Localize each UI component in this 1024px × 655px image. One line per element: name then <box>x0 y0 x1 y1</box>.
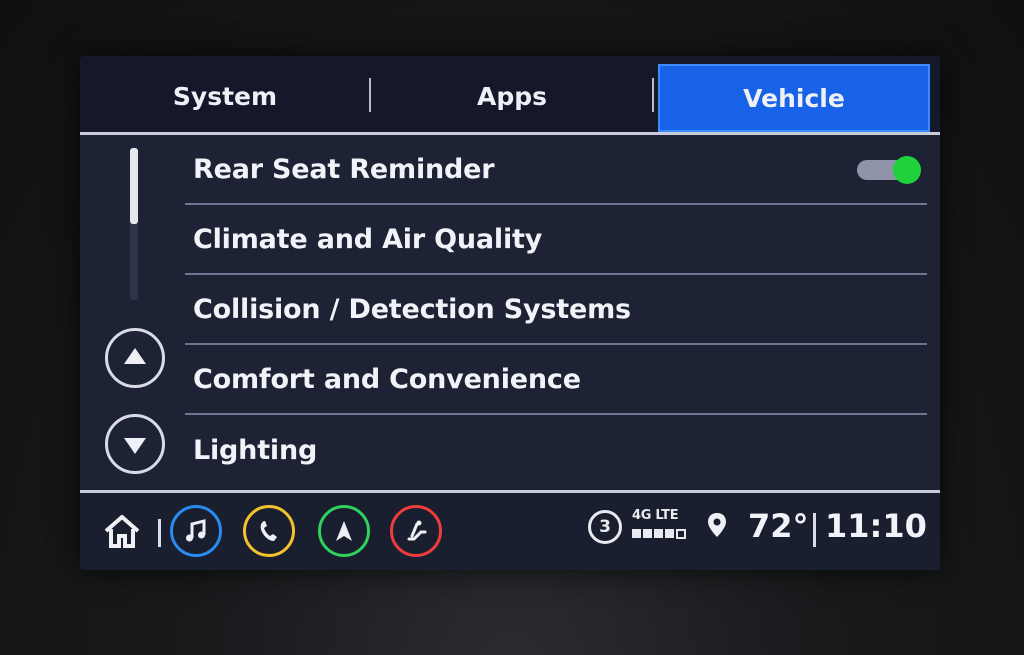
phone-icon <box>260 521 277 541</box>
tab-divider <box>652 78 654 112</box>
tab-apps-label: Apps <box>476 81 548 111</box>
infotainment-screen: System Apps Vehicle Rear Seat Reminder C… <box>80 56 940 570</box>
notification-badge[interactable]: 3 <box>588 510 622 544</box>
bar-separator <box>813 513 816 547</box>
tab-system-label: System <box>172 81 278 111</box>
location-pin-icon <box>708 513 726 537</box>
list-item-label: Lighting <box>193 434 318 466</box>
tab-divider <box>369 78 371 112</box>
arrow-up-icon <box>124 348 146 364</box>
seat-icon <box>407 520 427 541</box>
tab-vehicle[interactable]: Vehicle <box>658 64 930 132</box>
tab-system[interactable]: System <box>120 64 330 128</box>
vehicle-seat-button[interactable] <box>390 505 442 557</box>
list-item-lighting[interactable]: Lighting <box>185 415 927 485</box>
list-item-label: Comfort and Convenience <box>193 363 581 395</box>
list-item-collision-detection[interactable]: Collision / Detection Systems <box>185 275 927 345</box>
home-icon[interactable] <box>102 513 142 549</box>
navigation-button[interactable] <box>318 505 370 557</box>
network-type: 4G LTE <box>632 508 679 523</box>
tab-apps[interactable]: Apps <box>410 64 614 128</box>
list-item-label: Rear Seat Reminder <box>193 153 495 185</box>
outside-temperature: 72° <box>748 507 809 545</box>
list-item-label: Climate and Air Quality <box>193 223 543 255</box>
music-icon <box>186 519 206 542</box>
list-item-rear-seat-reminder[interactable]: Rear Seat Reminder <box>185 135 927 205</box>
scroll-down-button[interactable] <box>105 414 165 474</box>
arrow-down-icon <box>124 438 146 454</box>
vehicle-settings-list: Rear Seat Reminder Climate and Air Quali… <box>185 135 927 485</box>
scrollbar-thumb[interactable] <box>130 148 138 224</box>
notification-count: 3 <box>599 517 611 537</box>
rear-seat-reminder-toggle[interactable] <box>857 156 921 184</box>
toggle-knob <box>893 156 921 184</box>
bottom-status-bar: 3 4G LTE 72° 11:10 <box>80 490 940 570</box>
tab-vehicle-label: Vehicle <box>743 83 845 113</box>
bar-separator <box>158 519 161 547</box>
list-item-label: Collision / Detection Systems <box>193 293 631 325</box>
phone-button[interactable] <box>243 505 295 557</box>
list-item-comfort-convenience[interactable]: Comfort and Convenience <box>185 345 927 415</box>
scroll-up-button[interactable] <box>105 328 165 388</box>
music-button[interactable] <box>170 505 222 557</box>
signal-strength-icon <box>632 529 686 539</box>
navigation-icon <box>336 521 352 541</box>
list-item-climate[interactable]: Climate and Air Quality <box>185 205 927 275</box>
tab-bar: System Apps Vehicle <box>80 56 940 135</box>
clock: 11:10 <box>825 507 927 545</box>
